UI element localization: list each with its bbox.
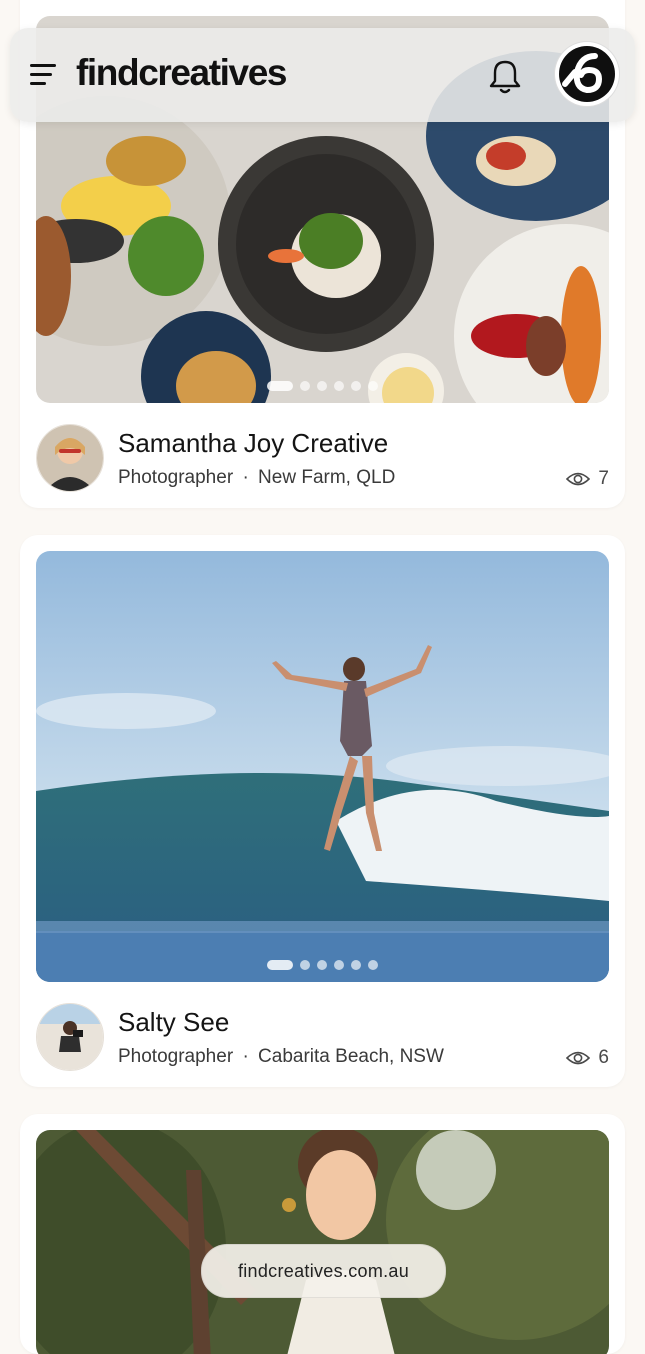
carousel-dot[interactable]: [317, 381, 327, 391]
carousel-dot[interactable]: [334, 960, 344, 970]
app-header: findcreatives: [10, 28, 635, 122]
card-image-portrait[interactable]: [36, 1130, 609, 1354]
eye-icon: [566, 1051, 591, 1065]
creator-role: Photographer: [118, 1046, 234, 1067]
card-image-surf[interactable]: [36, 551, 609, 982]
creative-card[interactable]: Salty See Photographer · Cabarita Beach,…: [20, 535, 625, 1087]
carousel-dot[interactable]: [300, 381, 310, 391]
view-count: 7: [566, 468, 609, 490]
view-count: 6: [566, 1047, 609, 1069]
creator-meta: Photographer · Cabarita Beach, NSW: [118, 1046, 444, 1068]
creator-meta: Photographer · New Farm, QLD: [118, 467, 395, 489]
carousel-dots[interactable]: [36, 381, 609, 391]
carousel-dot[interactable]: [351, 960, 361, 970]
app-logo[interactable]: findcreatives: [76, 52, 287, 94]
eye-icon: [566, 472, 591, 486]
creator-location: Cabarita Beach, NSW: [258, 1046, 444, 1067]
carousel-dot[interactable]: [317, 960, 327, 970]
profile-badge-icon: [559, 46, 615, 102]
carousel-dot[interactable]: [300, 960, 310, 970]
carousel-dot-active[interactable]: [267, 960, 293, 970]
carousel-dot[interactable]: [334, 381, 344, 391]
surf-photo: [36, 551, 609, 982]
meta-separator: ·: [242, 467, 249, 488]
profile-button[interactable]: [555, 42, 619, 106]
portrait-photo: [36, 1130, 609, 1354]
carousel-dot[interactable]: [368, 381, 378, 391]
carousel-dot-active[interactable]: [267, 381, 293, 391]
site-url-pill[interactable]: findcreatives.com.au: [201, 1244, 446, 1298]
view-count-value: 7: [598, 468, 609, 489]
creator-name[interactable]: Samantha Joy Creative: [118, 428, 388, 459]
carousel-dots[interactable]: [36, 960, 609, 970]
creative-card[interactable]: [20, 1114, 625, 1354]
hamburger-menu-icon[interactable]: [30, 64, 58, 86]
avatar-photo: [37, 1004, 103, 1070]
creator-location: New Farm, QLD: [258, 467, 396, 488]
carousel-dot[interactable]: [368, 960, 378, 970]
carousel-dot[interactable]: [351, 381, 361, 391]
creator-avatar[interactable]: [36, 1003, 104, 1071]
creator-role: Photographer: [118, 467, 234, 488]
creator-name[interactable]: Salty See: [118, 1007, 229, 1038]
view-count-value: 6: [598, 1047, 609, 1068]
meta-separator: ·: [242, 1046, 249, 1067]
creator-avatar[interactable]: [36, 424, 104, 492]
bell-icon[interactable]: [488, 59, 522, 95]
avatar-photo: [37, 425, 103, 491]
